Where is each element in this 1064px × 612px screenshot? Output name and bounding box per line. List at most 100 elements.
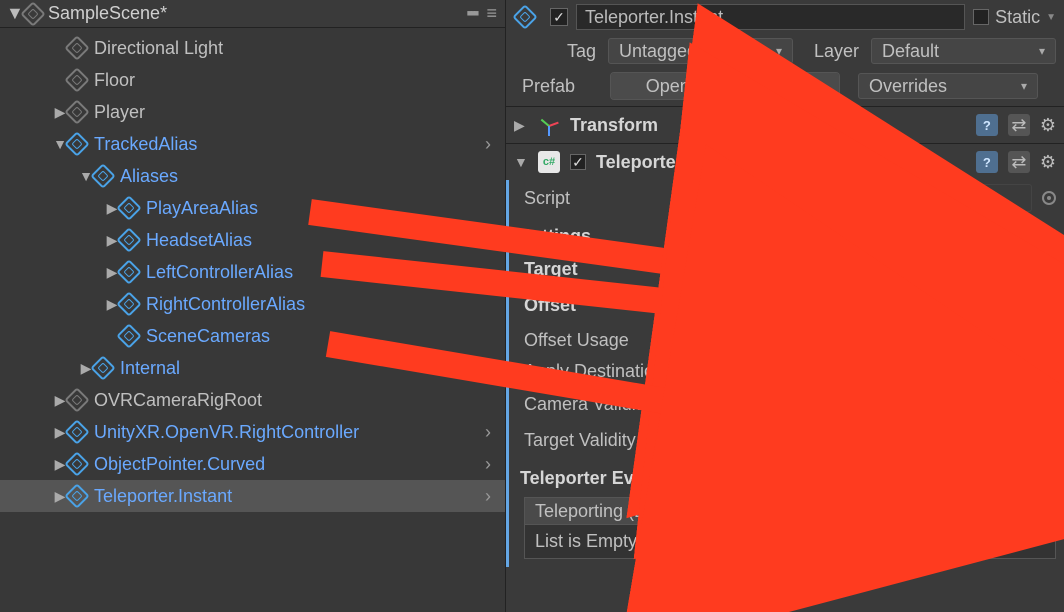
hierarchy-item[interactable]: ▶LeftControllerAlias bbox=[0, 256, 505, 288]
panel-menu-icon[interactable]: ≡ bbox=[486, 3, 497, 24]
apply-rotation-toggle[interactable]: ✓ bbox=[729, 363, 747, 381]
gear-icon[interactable]: ⚙ bbox=[1040, 152, 1056, 173]
hierarchy-item[interactable]: ▶RightControllerAlias bbox=[0, 288, 505, 320]
panel-options-icon[interactable]: ▪▪▪ bbox=[466, 3, 476, 24]
chevron-right-icon[interactable]: › bbox=[485, 486, 491, 507]
object-picker-icon[interactable] bbox=[1042, 262, 1056, 276]
scene-icon bbox=[20, 1, 45, 26]
prefab-overrides-dropdown[interactable]: Overrides ▾ bbox=[858, 73, 1038, 99]
layer-label: Layer bbox=[805, 41, 859, 62]
offset-usage-dropdown[interactable]: Offset Always Ignore Destin ▾ bbox=[729, 327, 1056, 353]
overrides-label: Overrides bbox=[869, 76, 947, 97]
active-toggle[interactable]: ✓ bbox=[550, 8, 568, 26]
chevron-right-icon[interactable]: › bbox=[485, 454, 491, 475]
hierarchy-item[interactable]: ▶Teleporter.Instant› bbox=[0, 480, 505, 512]
hierarchy-item-label: LeftControllerAlias bbox=[146, 262, 293, 283]
transform-title: Transform bbox=[570, 115, 966, 136]
hierarchy-item[interactable]: ▶HeadsetAlias bbox=[0, 224, 505, 256]
target-field[interactable]: PlayAreaAlias bbox=[729, 255, 1032, 283]
gameobject-icon bbox=[116, 195, 141, 220]
help-icon[interactable]: ? bbox=[976, 114, 998, 136]
inspector-header: ✓ Teleporter.Instant Static ▼ Tag Untagg… bbox=[506, 0, 1064, 106]
camera-validity-label: Camera Validity bbox=[524, 394, 719, 415]
hierarchy-item[interactable]: ▶Player bbox=[0, 96, 505, 128]
object-picker-icon[interactable] bbox=[1042, 191, 1056, 205]
static-dropdown-icon[interactable]: ▼ bbox=[1046, 12, 1056, 23]
chevron-right-icon[interactable]: › bbox=[485, 422, 491, 443]
preset-icon[interactable]: ⇄ bbox=[1008, 151, 1030, 173]
hierarchy-item-label: Player bbox=[94, 102, 145, 123]
transform-icon bbox=[538, 114, 560, 136]
apply-rotation-label: Apply Destination Rot bbox=[524, 361, 719, 382]
offset-usage-label: Offset Usage bbox=[524, 330, 719, 351]
object-picker-icon[interactable] bbox=[1042, 298, 1056, 312]
settings-section-label: Settings bbox=[520, 226, 1056, 247]
object-picker-icon[interactable] bbox=[1042, 397, 1056, 411]
transform-header[interactable]: ▶ Transform ? ⇄ ⚙ bbox=[506, 107, 1064, 143]
hierarchy-item[interactable]: ▶ObjectPointer.Curved› bbox=[0, 448, 505, 480]
offset-label: Offset bbox=[524, 295, 719, 316]
layer-dropdown[interactable]: Default ▾ bbox=[871, 38, 1056, 64]
script-field: c# TeleporterFacade bbox=[729, 184, 1032, 212]
gameobject-icon bbox=[64, 99, 89, 124]
hierarchy-item-label: OVRCameraRigRoot bbox=[94, 390, 262, 411]
hierarchy-item-label: RightControllerAlias bbox=[146, 294, 305, 315]
preset-icon[interactable]: ⇄ bbox=[1008, 114, 1030, 136]
camera-validity-value: SceneCameras (Li bbox=[762, 394, 911, 415]
component-enabled-toggle[interactable]: ✓ bbox=[570, 154, 586, 170]
hierarchy-item-label: Teleporter.Instant bbox=[94, 486, 232, 507]
event-header[interactable]: Teleporting (EventData) bbox=[524, 497, 1056, 525]
scene-foldout-icon[interactable]: ▼ bbox=[6, 3, 20, 24]
tag-dropdown[interactable]: Untagged ▾ bbox=[608, 38, 793, 64]
hierarchy-header: ▼ SampleScene* ▪▪▪ ≡ bbox=[0, 0, 505, 28]
hierarchy-item[interactable]: ▶SceneCameras bbox=[0, 320, 505, 352]
inspector-panel: ✓ Teleporter.Instant Static ▼ Tag Untagg… bbox=[506, 0, 1064, 612]
hierarchy-item[interactable]: ▶UnityXR.OpenVR.RightController› bbox=[0, 416, 505, 448]
hierarchy-item-label: SceneCameras bbox=[146, 326, 270, 347]
hierarchy-item-label: HeadsetAlias bbox=[146, 230, 252, 251]
help-icon[interactable]: ? bbox=[976, 151, 998, 173]
event-list-empty: List is Empty bbox=[524, 525, 1056, 559]
events-section-label: Teleporter Events bbox=[520, 468, 1056, 489]
gameobject-icon bbox=[64, 419, 89, 444]
prefab-open-button[interactable]: Open bbox=[611, 73, 726, 99]
static-label: Static bbox=[995, 7, 1040, 28]
transform-component: ▶ Transform ? ⇄ ⚙ bbox=[506, 106, 1064, 143]
static-toggle[interactable] bbox=[973, 9, 989, 25]
chevron-right-icon[interactable]: › bbox=[485, 134, 491, 155]
hierarchy-item[interactable]: ▶Directional Light bbox=[0, 32, 505, 64]
hierarchy-panel: ▼ SampleScene* ▪▪▪ ≡ ▶Directional Light▶… bbox=[0, 0, 506, 612]
hierarchy-item[interactable]: ▼TrackedAlias› bbox=[0, 128, 505, 160]
object-picker-icon[interactable] bbox=[1042, 433, 1056, 447]
hierarchy-item-label: UnityXR.OpenVR.RightController bbox=[94, 422, 359, 443]
gameobject-icon bbox=[64, 451, 89, 476]
prefab-select-button[interactable]: Select bbox=[726, 73, 840, 99]
script-label: Script bbox=[524, 188, 719, 209]
gameobject-icon bbox=[116, 259, 141, 284]
hierarchy-item[interactable]: ▶PlayAreaAlias bbox=[0, 192, 505, 224]
foldout-icon[interactable]: ▼ bbox=[514, 154, 528, 170]
hierarchy-item-label: ObjectPointer.Curved bbox=[94, 454, 265, 475]
gear-icon[interactable]: ⚙ bbox=[1040, 115, 1056, 136]
gameobject-icon bbox=[512, 4, 537, 29]
hierarchy-item[interactable]: ▼Aliases bbox=[0, 160, 505, 192]
gameobject-icon bbox=[64, 387, 89, 412]
gameobject-icon bbox=[64, 483, 89, 508]
teleporter-facade-component: ▼ c# ✓ Teleporter Facade (Script) ? ⇄ ⚙ … bbox=[506, 143, 1064, 567]
gameobject-name-field[interactable]: Teleporter.Instant bbox=[576, 4, 965, 30]
camera-validity-field[interactable]: c# SceneCameras (Li bbox=[729, 390, 1032, 418]
foldout-icon[interactable]: ▶ bbox=[514, 117, 528, 134]
gameobject-icon bbox=[116, 291, 141, 316]
prefab-override-bar bbox=[506, 180, 509, 567]
offset-value: HeadsetAlias bbox=[760, 295, 866, 316]
hierarchy-item[interactable]: ▶Floor bbox=[0, 64, 505, 96]
target-validity-field[interactable]: None (I Rule) bbox=[729, 426, 1032, 454]
hierarchy-item-label: Internal bbox=[120, 358, 180, 379]
teleporter-facade-header[interactable]: ▼ c# ✓ Teleporter Facade (Script) ? ⇄ ⚙ bbox=[506, 144, 1064, 180]
scene-title[interactable]: SampleScene* bbox=[48, 3, 167, 24]
offset-field[interactable]: HeadsetAlias bbox=[729, 291, 1032, 319]
hierarchy-item[interactable]: ▶OVRCameraRigRoot bbox=[0, 384, 505, 416]
target-validity-value: None (I Rule) bbox=[738, 430, 845, 451]
gameobject-icon bbox=[64, 67, 89, 92]
hierarchy-item[interactable]: ▶Internal bbox=[0, 352, 505, 384]
